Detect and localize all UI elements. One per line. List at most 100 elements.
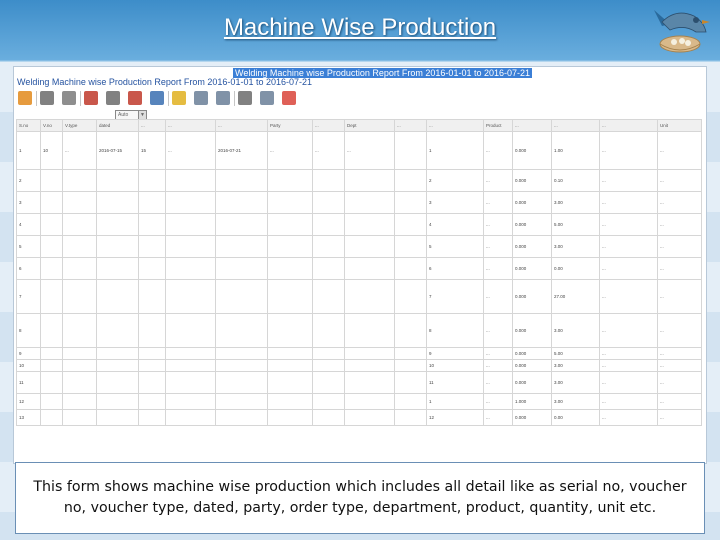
clear-filter-icon[interactable] [84,91,98,105]
close-icon[interactable] [282,91,296,105]
table-cell [138,359,166,372]
table-cell [215,257,268,280]
table-row[interactable]: 6 6... 0.000 0.00...... [16,257,702,280]
table-cell: ... [599,169,658,192]
column-header[interactable]: V.no [40,119,63,132]
table-cell [165,359,216,372]
table-row[interactable]: 7 7... 0.000 27.00...... [16,279,702,314]
table-icon[interactable] [194,91,208,105]
table-row[interactable]: 4 4... 0.000 5.00...... [16,213,702,236]
table-cell: ... [599,409,658,426]
column-header[interactable]: Product [483,119,513,132]
table-row[interactable]: 2 2... 0.000 0.10...... [16,169,702,192]
table-row[interactable]: 13 12... 0.000 0.00...... [16,409,702,426]
table-cell: ... [483,169,513,192]
table-row[interactable]: 10 10... 0.000 3.00...... [16,359,702,372]
table-row[interactable]: 8 8... 0.000 3.00...... [16,313,702,348]
column-header[interactable]: ... [551,119,600,132]
table-cell [267,191,313,214]
table-cell: 13 [16,409,41,426]
table-cell [344,359,395,372]
grid-icon[interactable] [260,91,274,105]
table-cell: 3 [16,191,41,214]
table-cell [40,409,63,426]
table-cell: 10 [16,359,41,372]
table-row[interactable]: 11 11... 0.000 3.00...... [16,371,702,394]
table-cell [394,235,427,258]
column-header[interactable]: ... [426,119,484,132]
table-cell [215,191,268,214]
table-cell: ... [483,371,513,394]
table-row[interactable]: 5 5... 0.000 3.00...... [16,235,702,258]
column-header[interactable]: ... [215,119,268,132]
table-cell: ... [599,313,658,348]
table-cell: ... [599,191,658,214]
table-cell: 9 [16,347,41,360]
table-cell: ... [657,213,702,236]
search-icon[interactable] [150,91,164,105]
print-icon[interactable] [40,91,54,105]
column-header[interactable]: Party [267,119,313,132]
table-cell: 0.000 [512,371,552,394]
table-cell: ... [657,191,702,214]
column-header[interactable]: ... [312,119,345,132]
table-cell: 0.000 [512,235,552,258]
table-cell: 0.000 [512,191,552,214]
table-cell [215,279,268,314]
column-header[interactable]: ... [165,119,216,132]
column-header[interactable]: Unit [657,119,702,132]
column-header[interactable]: ... [512,119,552,132]
column-header[interactable]: ... [599,119,658,132]
chevron-down-icon[interactable]: ▼ [138,111,146,119]
sort-icon[interactable] [106,91,120,105]
table-cell: ... [657,393,702,410]
table-row[interactable]: 9 9... 0.000 5.00...... [16,347,702,360]
column-header[interactable]: Dept [344,119,395,132]
refresh-icon[interactable] [18,91,32,105]
table-cell: 3.00 [551,235,600,258]
table-cell [344,213,395,236]
table-cell [312,393,345,410]
table-cell [312,347,345,360]
table-row[interactable]: 12 1... 1.000 3.00...... [16,393,702,410]
table-cell [138,409,166,426]
toolbar-separator [168,91,169,106]
table-cell [344,347,395,360]
table-cell: ... [657,235,702,258]
filter-icon[interactable] [62,91,76,105]
table-row[interactable]: 3 3... 0.000 3.00...... [16,191,702,214]
column-header[interactable]: ... [138,119,166,132]
table-cell [267,235,313,258]
column-header[interactable]: dated [96,119,139,132]
report-screenshot: Welding Machine wise Production Report F… [13,66,707,464]
table-cell: ... [599,131,658,170]
table-cell [267,279,313,314]
table-cell [344,191,395,214]
table-cell: ... [599,359,658,372]
table-cell [215,347,268,360]
table-cell [165,313,216,348]
export-icon[interactable] [238,91,252,105]
table-cell [138,279,166,314]
table-cell: ... [657,313,702,348]
column-header[interactable]: S.no [16,119,41,132]
table-cell: 9 [426,347,484,360]
table-cell [312,359,345,372]
table-row[interactable]: 1 10... 2016-07-15 15... 2016-07-21.........… [16,131,702,170]
column-header[interactable]: ... [394,119,427,132]
table-cell [394,169,427,192]
table-cell: ... [483,213,513,236]
table-cell [96,371,139,394]
table-cell [96,393,139,410]
settings-icon[interactable] [128,91,142,105]
table-cell [312,371,345,394]
toolbar-separator [36,91,37,106]
table-cell: 8 [16,313,41,348]
table-cell [138,257,166,280]
highlight-icon[interactable] [172,91,186,105]
column-header[interactable]: V.type [62,119,97,132]
table-cell [394,347,427,360]
table-cell [215,313,268,348]
font-icon[interactable] [216,91,230,105]
table-cell [267,313,313,348]
